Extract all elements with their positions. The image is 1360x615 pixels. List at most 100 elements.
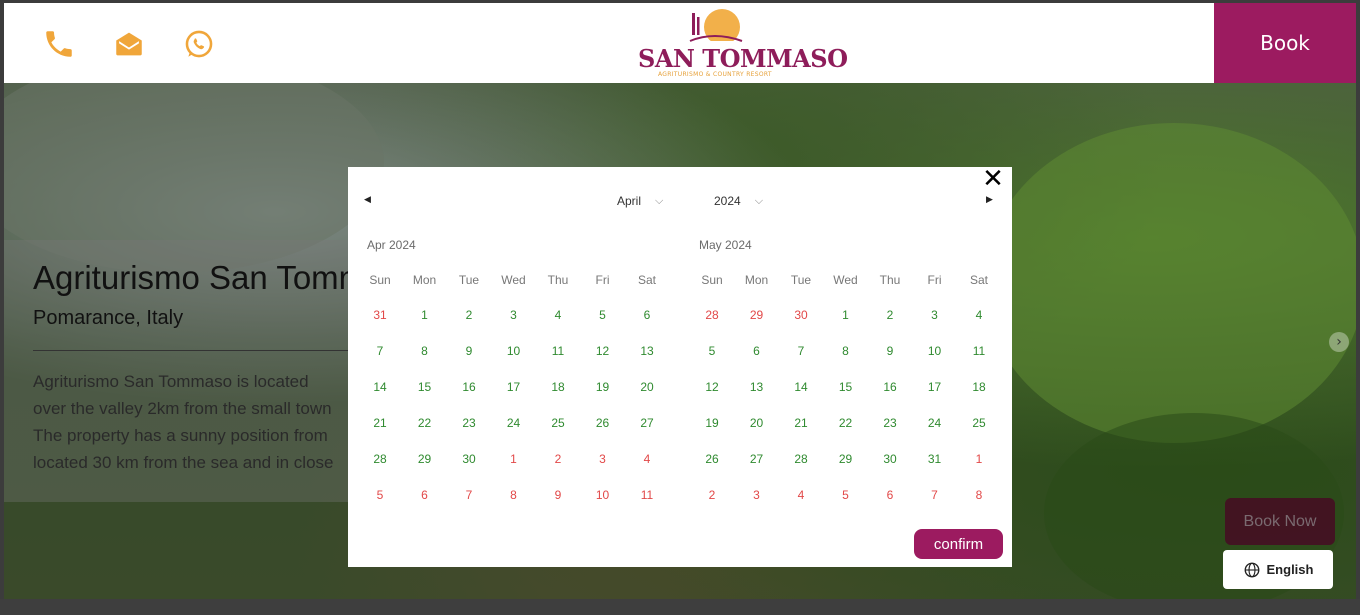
calendar-day[interactable]: 24 [492,411,536,435]
calendar-day-outside[interactable]: 4 [779,483,823,507]
calendar-day[interactable]: 22 [403,411,447,435]
calendar-day[interactable]: 3 [492,303,536,327]
mail-icon[interactable] [112,27,146,61]
book-button[interactable]: Book [1214,3,1356,83]
calendar-day[interactable]: 20 [625,375,669,399]
calendar-day[interactable]: 12 [581,339,625,363]
calendar-day[interactable]: 8 [403,339,447,363]
calendar-day[interactable]: 10 [913,339,957,363]
calendar-day-outside[interactable]: 2 [690,483,734,507]
calendar-day[interactable]: 26 [690,447,734,471]
calendar-day-outside[interactable]: 5 [824,483,868,507]
calendar-day[interactable]: 18 [536,375,580,399]
calendar-day[interactable]: 24 [913,411,957,435]
weekday-label: Sun [701,273,723,287]
confirm-button[interactable]: confirm [914,529,1003,559]
calendar-day-outside[interactable]: 6 [403,483,447,507]
calendar-day[interactable]: 6 [625,303,669,327]
calendar-day[interactable]: 13 [625,339,669,363]
calendar-day[interactable]: 27 [735,447,779,471]
calendar-day[interactable]: 25 [536,411,580,435]
calendar-day-outside[interactable]: 1 [957,447,1001,471]
calendar-day[interactable]: 11 [536,339,580,363]
calendar-day[interactable]: 26 [581,411,625,435]
calendar-day-outside[interactable]: 9 [536,483,580,507]
calendar-day-outside[interactable]: 7 [913,483,957,507]
year-select[interactable]: 2024 ⌵ [714,194,763,208]
calendar-day[interactable]: 25 [957,411,1001,435]
calendar-day-outside[interactable]: 1 [492,447,536,471]
close-icon[interactable]: ✕ [982,165,1004,191]
calendar-day[interactable]: 28 [358,447,402,471]
calendar-day-outside[interactable]: 5 [358,483,402,507]
calendar-day[interactable]: 21 [779,411,823,435]
calendar-day-outside[interactable]: 2 [536,447,580,471]
calendar-day[interactable]: 16 [868,375,912,399]
calendar-day[interactable]: 19 [581,375,625,399]
calendar-day-outside[interactable]: 8 [957,483,1001,507]
language-selector[interactable]: English [1223,550,1333,589]
calendar-day[interactable]: 22 [824,411,868,435]
calendar-day-outside[interactable]: 10 [581,483,625,507]
calendar-day-outside[interactable]: 7 [447,483,491,507]
calendar-day-outside[interactable]: 8 [492,483,536,507]
calendar-day[interactable]: 17 [913,375,957,399]
property-location: Pomarance, Italy [33,307,184,329]
book-now-button[interactable]: Book Now [1225,498,1335,545]
calendar-day[interactable]: 10 [492,339,536,363]
calendar-day[interactable]: 14 [779,375,823,399]
calendar-day-outside[interactable]: 4 [625,447,669,471]
calendar-day[interactable]: 31 [913,447,957,471]
calendar-day[interactable]: 23 [447,411,491,435]
calendar-day[interactable]: 30 [868,447,912,471]
calendar-day[interactable]: 27 [625,411,669,435]
calendar-day[interactable]: 12 [690,375,734,399]
calendar-day-outside[interactable]: 30 [779,303,823,327]
calendar-day[interactable]: 29 [403,447,447,471]
brand-logo[interactable]: SAN TOMMASO AGRITURISMO & COUNTRY RESORT [634,3,848,83]
calendar-day-outside[interactable]: 29 [735,303,779,327]
calendar-day[interactable]: 5 [690,339,734,363]
calendar-day[interactable]: 19 [690,411,734,435]
calendar-day-outside[interactable]: 11 [625,483,669,507]
calendar-day[interactable]: 3 [913,303,957,327]
calendar-day[interactable]: 6 [735,339,779,363]
month-select[interactable]: April ⌵ [617,194,663,208]
calendar-day[interactable]: 8 [824,339,868,363]
calendar-day[interactable]: 18 [957,375,1001,399]
calendar-day[interactable]: 30 [447,447,491,471]
calendar-day[interactable]: 4 [957,303,1001,327]
calendar-day[interactable]: 2 [447,303,491,327]
calendar-day[interactable]: 4 [536,303,580,327]
calendar-day[interactable]: 23 [868,411,912,435]
calendar-day[interactable]: 9 [868,339,912,363]
calendar-day-outside[interactable]: 31 [358,303,402,327]
calendar-day[interactable]: 11 [957,339,1001,363]
calendar-day[interactable]: 15 [824,375,868,399]
calendar-day[interactable]: 1 [824,303,868,327]
calendar-day[interactable]: 15 [403,375,447,399]
whatsapp-icon[interactable] [182,27,216,61]
next-month-icon[interactable]: ▶ [986,194,993,205]
calendar-day-outside[interactable]: 3 [735,483,779,507]
calendar-day[interactable]: 14 [358,375,402,399]
calendar-day-outside[interactable]: 6 [868,483,912,507]
calendar-day[interactable]: 9 [447,339,491,363]
calendar-day[interactable]: 29 [824,447,868,471]
calendar-day[interactable]: 5 [581,303,625,327]
prev-month-icon[interactable]: ◀ [364,194,371,205]
calendar-day[interactable]: 28 [779,447,823,471]
calendar-day[interactable]: 7 [779,339,823,363]
calendar-day[interactable]: 2 [868,303,912,327]
calendar-day-outside[interactable]: 3 [581,447,625,471]
calendar-day[interactable]: 17 [492,375,536,399]
calendar-day[interactable]: 20 [735,411,779,435]
calendar-day[interactable]: 21 [358,411,402,435]
phone-icon[interactable] [42,27,76,61]
calendar-day[interactable]: 13 [735,375,779,399]
slider-next-icon[interactable]: › [1329,332,1349,352]
calendar-day[interactable]: 1 [403,303,447,327]
calendar-day-outside[interactable]: 28 [690,303,734,327]
calendar-day[interactable]: 16 [447,375,491,399]
calendar-day[interactable]: 7 [358,339,402,363]
